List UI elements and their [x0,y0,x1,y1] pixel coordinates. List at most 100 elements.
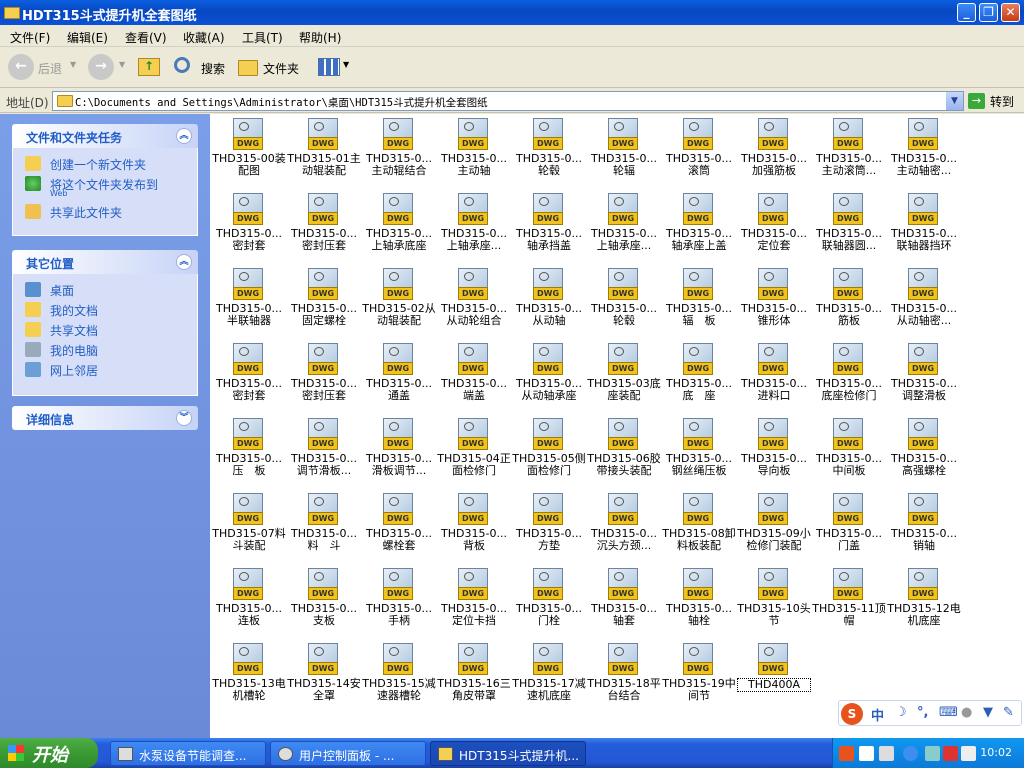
file-item[interactable]: DWG THD315-0...上轴承座... [587,191,661,265]
file-item[interactable]: DWG THD315-0...轮毂 [512,116,586,190]
up-folder-button[interactable]: ↑ [136,54,162,82]
place-desktop[interactable]: 桌面 [13,280,197,300]
menu-file[interactable]: 文件(F) [10,29,50,46]
file-item[interactable]: DWG THD315-0...主动轴密... [887,116,961,190]
maximize-button[interactable]: ❐ [979,3,998,22]
file-item[interactable]: DWG THD315-0...从动轴密... [887,266,961,340]
file-item[interactable]: DWG THD315-0...轴栓 [662,566,736,640]
file-item[interactable]: DWG THD315-0...轴承座上盖 [662,191,736,265]
forward-button[interactable]: → ▼ [88,54,128,82]
file-item[interactable]: DWG THD315-0...门栓 [512,566,586,640]
file-item[interactable]: DWG THD315-0...加强筋板 [737,116,811,190]
file-item[interactable]: DWG THD315-0...底 座 [662,341,736,415]
network-tray-icon[interactable] [925,746,940,761]
close-button[interactable]: ✕ [1001,3,1020,22]
place-network[interactable]: 网上邻居 [13,360,197,380]
file-item[interactable]: DWG THD315-0...轴套 [587,566,661,640]
file-item[interactable]: DWG THD315-0...导向板 [737,416,811,490]
antivirus-icon[interactable] [943,746,958,761]
file-item[interactable]: DWG THD315-02从动辊装配 [362,266,436,340]
menu-edit[interactable]: 编辑(E) [67,29,108,46]
place-my-computer[interactable]: 我的电脑 [13,340,197,360]
details-panel-header[interactable]: 详细信息 ︾ [12,406,198,430]
file-item[interactable]: DWG THD315-0...通盖 [362,341,436,415]
file-item[interactable]: DWG THD315-0...从动轴承座 [512,341,586,415]
file-item[interactable]: DWG THD315-0...固定螺栓 [287,266,361,340]
clipboard-icon[interactable] [879,746,894,761]
sogou-ime-icon[interactable]: S [841,703,863,725]
file-item[interactable]: DWG THD315-03底座装配 [587,341,661,415]
file-item[interactable]: DWG THD315-0...密封套 [212,341,286,415]
file-item[interactable]: DWG THD315-08卸料板装配 [662,491,736,565]
tasks-panel-header[interactable]: 文件和文件夹任务 ︽ [12,124,198,148]
search-button[interactable]: 搜索 [172,54,232,82]
menu-help[interactable]: 帮助(H) [299,29,341,46]
ime-toolbar[interactable]: S 中 ☽ °, ⌨ ● ▼ ✎ [838,700,1022,726]
taskbar-item-control-panel[interactable]: 用户控制面板 - ... [270,741,426,766]
menu-favorites[interactable]: 收藏(A) [183,29,225,46]
back-button[interactable]: ← 后退 ▼ [8,54,76,82]
file-item[interactable]: DWG THD315-0...支板 [287,566,361,640]
file-item[interactable]: DWG THD315-0...联轴器挡环 [887,191,961,265]
file-item[interactable]: DWG THD315-0...轮毂 [587,266,661,340]
file-item[interactable]: DWG THD315-14安全罩 [287,641,361,715]
file-item[interactable]: DWG THD315-0...滑板调节... [362,416,436,490]
file-item[interactable]: DWG THD315-0...连板 [212,566,286,640]
file-item[interactable]: DWG THD315-0...轴承挡盖 [512,191,586,265]
file-item[interactable]: DWG THD315-01主动辊装配 [287,116,361,190]
file-item[interactable]: DWG THD315-0...沉头方颈... [587,491,661,565]
file-item[interactable]: DWG THD315-0...联轴器圆... [812,191,886,265]
file-item[interactable]: DWG THD315-06胶带接头装配 [587,416,661,490]
task-share-folder[interactable]: 共享此文件夹 [13,202,197,222]
half-width-icon[interactable]: ☽ [895,705,907,720]
file-item[interactable]: DWG THD315-0...主动滚筒... [812,116,886,190]
sogou-tray-icon[interactable] [839,746,854,761]
volume-icon[interactable] [961,746,976,761]
menu-tools[interactable]: 工具(T) [242,29,283,46]
file-item[interactable]: DWG THD315-0...主动轴 [437,116,511,190]
file-item[interactable]: DWG THD315-0...滚筒 [662,116,736,190]
file-item[interactable]: DWG THD315-0...从动轮组合 [437,266,511,340]
collapse-chevron-icon[interactable]: ︽ [176,128,192,144]
file-item[interactable]: DWG THD315-12电机底座 [887,566,961,640]
taskbar-item-explorer[interactable]: HDT315斗式提升机... [430,741,586,766]
file-item[interactable]: DWG THD315-0...调节滑板... [287,416,361,490]
ime-mode[interactable]: 中 [871,705,884,724]
file-item[interactable]: DWG THD315-16三角皮带罩 [437,641,511,715]
file-item[interactable]: DWG THD315-19中间节 [662,641,736,715]
skin-icon[interactable]: ▼ [983,705,993,720]
file-item[interactable]: DWG THD315-0...调整滑板 [887,341,961,415]
file-item[interactable]: DWG THD315-04正面检修门 [437,416,511,490]
file-item[interactable]: DWG THD315-13电机槽轮 [212,641,286,715]
address-input[interactable]: C:\Documents and Settings\Administrator\… [52,91,964,111]
file-item[interactable]: DWG THD315-0...端盖 [437,341,511,415]
settings-wrench-icon[interactable]: ✎ [1003,705,1014,720]
file-item[interactable]: DWG THD315-0...上轴承座... [437,191,511,265]
task-new-folder[interactable]: 创建一个新文件夹 [13,154,197,174]
file-item[interactable]: DWG THD315-0...销轴 [887,491,961,565]
file-item[interactable]: DWG THD315-07料斗装配 [212,491,286,565]
file-item[interactable]: DWG THD315-0...高强螺栓 [887,416,961,490]
file-item[interactable]: DWG THD315-0...钢丝绳压板 [662,416,736,490]
file-item[interactable]: DWG THD315-0...主动辊结合 [362,116,436,190]
file-item[interactable]: DWG THD315-0...锥形体 [737,266,811,340]
menu-view[interactable]: 查看(V) [125,29,167,46]
file-item[interactable]: DWG THD315-00装配图 [212,116,286,190]
file-item[interactable]: DWG THD315-0...中间板 [812,416,886,490]
views-button[interactable]: ▼ [316,54,352,82]
file-item[interactable]: DWG THD315-0...底座检修门 [812,341,886,415]
taskbar-item-word[interactable]: 水泵设备节能调查... [110,741,266,766]
minimize-button[interactable]: _ [957,3,976,22]
address-dropdown-button[interactable]: ▼ [946,92,963,110]
file-item[interactable]: DWG THD315-0...上轴承底座 [362,191,436,265]
place-shared-documents[interactable]: 共享文档 [13,320,197,340]
expand-chevron-icon[interactable]: ︾ [176,410,192,426]
file-item[interactable]: DWG THD315-0...门盖 [812,491,886,565]
file-item[interactable]: DWG THD315-0...密封压套 [287,191,361,265]
file-item[interactable]: DWG THD315-0...方垫 [512,491,586,565]
file-item[interactable]: DWG THD315-0...压 板 [212,416,286,490]
start-button[interactable]: 开始 [0,738,98,768]
file-item[interactable]: DWG THD315-10头节 [737,566,811,640]
keyboard-icon[interactable]: ⌨ [939,705,958,720]
user-icon[interactable]: ● [961,705,972,720]
